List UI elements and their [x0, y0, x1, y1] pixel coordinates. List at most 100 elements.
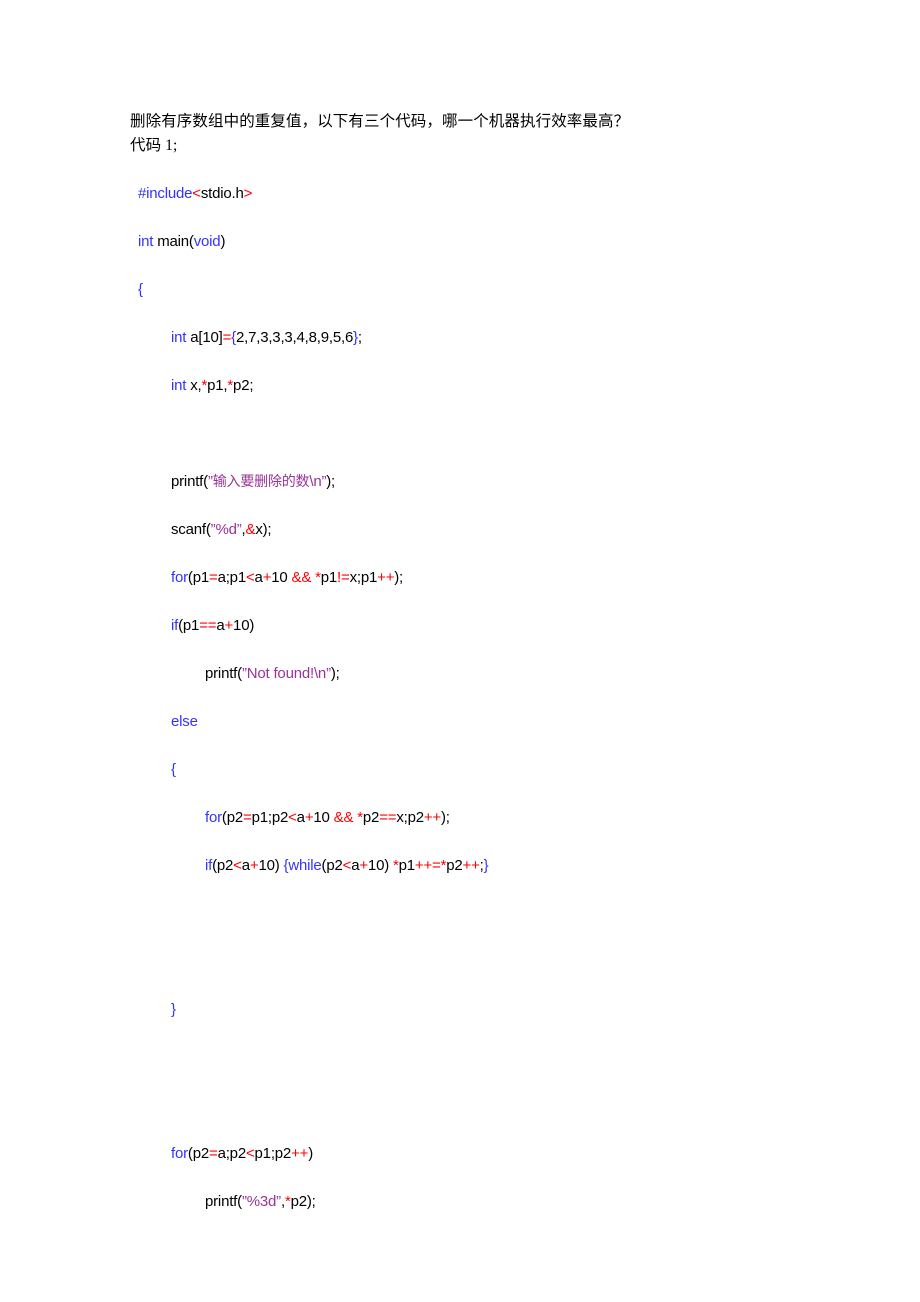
code-token: x,: [186, 377, 202, 394]
code-token: printf(: [205, 665, 242, 682]
line-blank-2: [130, 890, 870, 938]
code-token: printf(: [205, 1193, 242, 1210]
question-line-2: 代码 1;: [130, 137, 178, 154]
code-token: (p1: [187, 569, 209, 586]
code-token: +: [224, 617, 234, 634]
code-token: p2: [362, 809, 380, 826]
line-for-skip: for(p2=p1;p2<a+10 && *p2==x;p2++);: [130, 794, 870, 842]
c-code-listing: #include<stdio.h> int main(void){int a[10…: [130, 170, 870, 1226]
code-token: else: [171, 713, 198, 730]
code-token: ++: [462, 857, 480, 874]
code-token: }: [171, 1001, 176, 1018]
code-token: 2,7,3,3,3,4,8,9,5,6: [235, 329, 354, 346]
code-token: =: [243, 809, 252, 826]
code-token: while: [288, 857, 322, 874]
line-inner-open-brace: {: [130, 746, 870, 794]
code-token: +: [262, 569, 272, 586]
code-token: a: [241, 857, 250, 874]
code-token: <: [245, 1145, 255, 1162]
code-token: >: [243, 185, 253, 202]
line-printf-result: printf(”%3d”,*p2);: [130, 1178, 870, 1226]
code-token: 10: [313, 809, 334, 826]
code-token: a;p2: [217, 1145, 247, 1162]
code-token: ”%3d”: [241, 1193, 281, 1210]
code-token: &&: [291, 569, 312, 586]
code-token: ): [308, 1145, 313, 1162]
code-token: ”Not found!\n”: [241, 665, 331, 682]
code-token: &&: [333, 809, 354, 826]
code-token: ==: [199, 617, 217, 634]
code-token: a[10]: [186, 329, 223, 346]
code-token: int: [138, 233, 154, 250]
code-token: <: [233, 857, 242, 874]
code-token: 10): [233, 617, 255, 634]
code-token: <: [288, 809, 297, 826]
code-token: a;p1: [217, 569, 247, 586]
code-token: &: [245, 521, 256, 538]
code-token: p2);: [290, 1193, 316, 1210]
code-token: int: [171, 329, 187, 346]
code-token: =: [222, 329, 232, 346]
code-token: +: [359, 857, 368, 874]
code-token: (p2: [187, 1145, 209, 1162]
code-token: for: [205, 809, 222, 826]
question-line-1: 删除有序数组中的重复值，以下有三个代码，哪一个机器执行效率最高？: [130, 113, 630, 130]
code-token: ==: [379, 809, 397, 826]
code-token: 10): [367, 857, 393, 874]
line-if-notfound: if(p1==a+10): [130, 602, 870, 650]
code-token: p1: [398, 857, 416, 874]
code-token: =: [209, 569, 218, 586]
code-token: ;: [357, 329, 362, 346]
document-page: 删除有序数组中的重复值，以下有三个代码，哪一个机器执行效率最高？ 代码 1; #…: [0, 0, 920, 1302]
line-blank-4: [130, 1034, 870, 1082]
code-token: (p2: [212, 857, 234, 874]
code-token: #include: [138, 185, 193, 202]
code-token: 10: [271, 569, 292, 586]
code-token: scanf(: [171, 521, 211, 538]
line-include: #include<stdio.h>: [130, 170, 870, 218]
line-blank-3: [130, 938, 870, 986]
code-token: =: [209, 1145, 218, 1162]
code-token: main(: [153, 233, 194, 250]
line-if-while-shift: if(p2<a+10) {while(p2<a+10) *p1++=*p2++;…: [130, 842, 870, 890]
code-token: printf(: [171, 473, 208, 490]
line-for-find: for(p1=a;p1<a+10 && *p1!=x;p1++);: [130, 554, 870, 602]
code-token: 10): [258, 857, 284, 874]
line-printf-notfound: printf(”Not found!\n”);: [130, 650, 870, 698]
code-token: 输入要删除的数: [212, 474, 310, 490]
code-token: a: [254, 569, 263, 586]
code-token: );: [326, 473, 336, 490]
code-token: <: [245, 569, 255, 586]
code-token: x);: [255, 521, 272, 538]
code-token: );: [441, 809, 450, 826]
code-token: x;p2: [396, 809, 424, 826]
line-inner-close-brace: }: [130, 986, 870, 1034]
code-token: !=: [337, 569, 350, 586]
code-token: stdio.h: [200, 185, 244, 202]
line-blank-1: [130, 410, 870, 458]
code-token: for: [171, 1145, 188, 1162]
code-token: p1,: [207, 377, 228, 394]
line-for-print: for(p2=a;p2<p1;p2++): [130, 1130, 870, 1178]
code-token: ++: [291, 1145, 309, 1162]
code-token: x;p1: [349, 569, 378, 586]
code-token: for: [171, 569, 188, 586]
question-prose: 删除有序数组中的重复值，以下有三个代码，哪一个机器执行效率最高？ 代码 1;: [130, 110, 830, 158]
line-else: else: [130, 698, 870, 746]
code-token: {: [171, 761, 176, 778]
code-token: ”%d”: [210, 521, 242, 538]
code-token: ): [220, 233, 226, 250]
code-token: }: [483, 857, 489, 874]
code-token: p2;: [233, 377, 254, 394]
code-token: );: [330, 665, 340, 682]
code-token: a: [296, 809, 305, 826]
code-token: <: [192, 185, 201, 202]
code-token: <: [342, 857, 352, 874]
code-token: int: [171, 377, 187, 394]
code-token: void: [193, 233, 221, 250]
line-open-brace: {: [130, 266, 870, 314]
line-array-decl: int a[10]={2,7,3,3,3,4,8,9,5,6};: [130, 314, 870, 362]
code-token: (p2: [321, 857, 343, 874]
code-token: ++=: [414, 857, 441, 874]
code-token: p2: [446, 857, 463, 874]
